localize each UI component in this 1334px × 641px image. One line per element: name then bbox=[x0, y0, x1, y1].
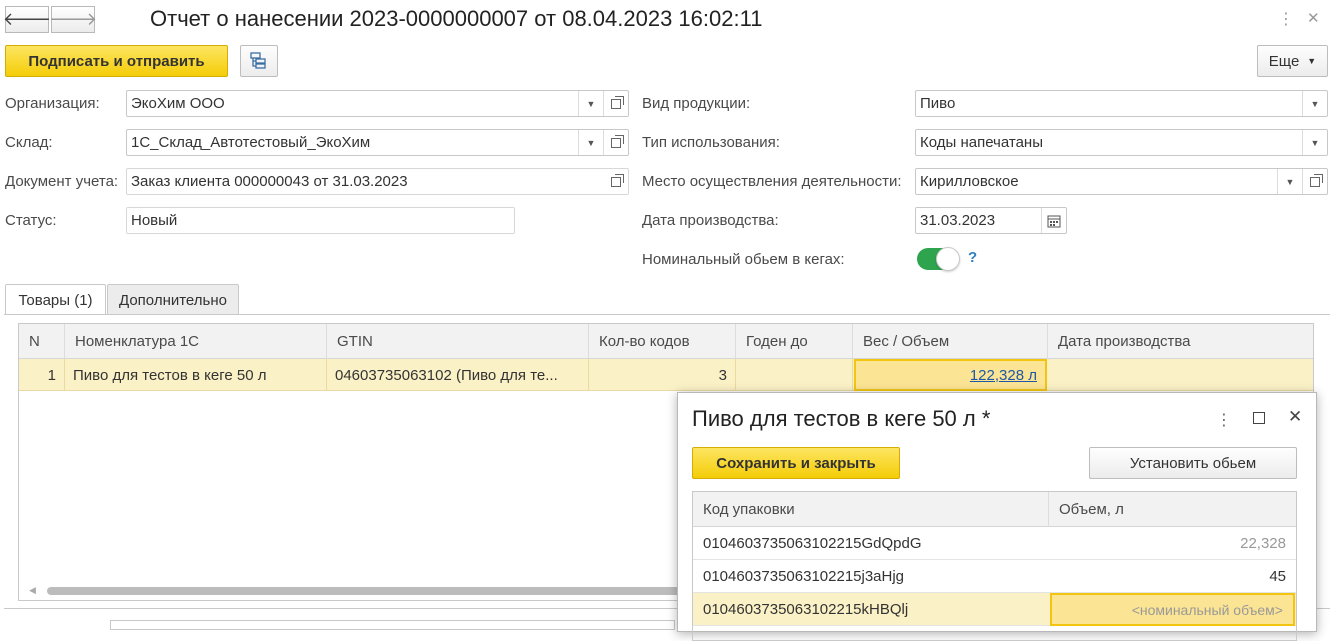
warehouse-field[interactable]: 1С_Склад_Автотестовый_ЭкоХим ▼ bbox=[126, 129, 629, 156]
dropdown-arrow-icon: ▼ bbox=[1307, 56, 1317, 66]
open-icon[interactable] bbox=[603, 130, 628, 155]
production-date-value: 31.03.2023 bbox=[920, 212, 996, 229]
maximize-icon[interactable] bbox=[1253, 412, 1265, 424]
table-row[interactable]: 0104603735063102215j3aHjg 45 bbox=[693, 560, 1296, 593]
cell-package-code: 0104603735063102215kHBQlj bbox=[703, 601, 909, 618]
structure-button[interactable] bbox=[240, 45, 278, 77]
product-type-field[interactable]: Пиво ▼ bbox=[915, 90, 1328, 117]
sign-and-send-button[interactable]: Подписать и отправить bbox=[5, 45, 228, 77]
production-date-label: Дата производства: bbox=[642, 212, 779, 229]
more-button[interactable]: Еще ▼ bbox=[1257, 45, 1328, 77]
column-header-gtin[interactable]: GTIN bbox=[327, 324, 589, 359]
comment-field[interactable] bbox=[110, 620, 675, 630]
save-and-close-button[interactable]: Сохранить и закрыть bbox=[692, 447, 900, 479]
dropdown-arrow-icon[interactable]: ▼ bbox=[1302, 91, 1327, 116]
more-button-label: Еще bbox=[1268, 52, 1300, 70]
cell-nomenclature: Пиво для тестов в кеге 50 л bbox=[65, 359, 327, 391]
table-row[interactable]: 0104603735063102215GdQpdG 22,328 bbox=[693, 527, 1296, 560]
usage-type-value: Коды напечатаны bbox=[920, 134, 1043, 151]
open-icon[interactable] bbox=[1302, 169, 1327, 194]
cell-expires bbox=[736, 359, 853, 391]
dropdown-arrow-icon[interactable]: ▼ bbox=[1302, 130, 1327, 155]
status-label: Статус: bbox=[5, 212, 57, 229]
usage-type-label: Тип использования: bbox=[642, 134, 780, 151]
cell-production-date bbox=[1048, 359, 1313, 391]
nominal-volume-label: Номинальный обьем в кегах: bbox=[642, 251, 845, 268]
page-title: Отчет о нанесении 2023-0000000007 от 08.… bbox=[150, 6, 763, 31]
column-header-codes-count[interactable]: Кол-во кодов bbox=[589, 324, 736, 359]
table-header: Код упаковки Объем, л bbox=[693, 492, 1296, 527]
back-button[interactable]: 🡐 bbox=[2, 6, 52, 33]
dialog-title: Пиво для тестов в кеге 50 л * bbox=[692, 406, 991, 431]
status-field: Новый bbox=[126, 207, 515, 234]
forward-button[interactable]: 🡒 bbox=[48, 6, 98, 33]
horizontal-scrollbar[interactable] bbox=[47, 587, 707, 595]
dropdown-arrow-icon[interactable]: ▼ bbox=[1277, 169, 1302, 194]
column-header-package-code[interactable]: Код упаковки bbox=[693, 492, 1049, 527]
dropdown-arrow-icon[interactable]: ▼ bbox=[578, 130, 603, 155]
close-icon[interactable]: ✕ bbox=[1307, 9, 1320, 27]
hierarchy-icon bbox=[250, 52, 266, 69]
product-type-label: Вид продукции: bbox=[642, 95, 751, 112]
weight-volume-link[interactable]: 122,328 л bbox=[970, 367, 1037, 384]
product-type-value: Пиво bbox=[920, 95, 956, 112]
package-volume-dialog: Пиво для тестов в кеге 50 л * ⋮ ✕ Сохран… bbox=[677, 392, 1317, 641]
more-vertical-icon[interactable]: ⋮ bbox=[1216, 410, 1232, 430]
warehouse-value: 1С_Склад_Автотестовый_ЭкоХим bbox=[131, 134, 371, 151]
column-header-production-date[interactable]: Дата производства bbox=[1048, 324, 1313, 359]
column-header-volume[interactable]: Объем, л bbox=[1049, 492, 1296, 527]
activity-place-value: Кирилловское bbox=[920, 173, 1019, 190]
organization-field[interactable]: ЭкоХим ООО ▼ bbox=[126, 90, 629, 117]
production-date-field[interactable]: 31.03.2023 bbox=[915, 207, 1067, 234]
dropdown-arrow-icon[interactable]: ▼ bbox=[578, 91, 603, 116]
activity-place-field[interactable]: Кирилловское ▼ bbox=[915, 168, 1328, 195]
more-vertical-icon[interactable]: ⋮ bbox=[1278, 9, 1294, 29]
accounting-doc-label: Документ учета: bbox=[5, 173, 119, 190]
arrow-left-icon: 🡐 bbox=[2, 9, 52, 29]
scroll-left-icon[interactable]: ◀ bbox=[29, 585, 36, 596]
tab-goods[interactable]: Товары (1) bbox=[5, 284, 106, 315]
activity-place-label: Место осуществления деятельности: bbox=[642, 173, 902, 190]
column-header-n[interactable]: N bbox=[19, 324, 65, 359]
accounting-doc-value: Заказ клиента 000000043 от 31.03.2023 bbox=[131, 173, 408, 190]
organization-value: ЭкоХим ООО bbox=[131, 95, 225, 112]
cell-package-code: 0104603735063102215GdQpdG bbox=[703, 535, 922, 552]
package-codes-table: Код упаковки Объем, л 010460373506310221… bbox=[692, 491, 1297, 641]
cell-weight-volume[interactable]: 122,328 л bbox=[854, 359, 1047, 391]
warehouse-label: Склад: bbox=[5, 134, 53, 151]
arrow-right-icon: 🡒 bbox=[48, 9, 98, 29]
help-icon[interactable]: ? bbox=[968, 249, 977, 266]
organization-label: Организация: bbox=[5, 95, 100, 112]
cell-gtin: 04603735063102 (Пиво для те... bbox=[327, 359, 589, 391]
usage-type-field[interactable]: Коды напечатаны ▼ bbox=[915, 129, 1328, 156]
set-volume-button[interactable]: Установить обьем bbox=[1089, 447, 1297, 479]
status-value: Новый bbox=[131, 212, 178, 229]
cell-volume: 45 bbox=[1269, 568, 1286, 585]
calendar-icon[interactable] bbox=[1041, 208, 1066, 233]
table-row[interactable]: 1 Пиво для тестов в кеге 50 л 0460373506… bbox=[19, 359, 1313, 391]
cell-package-code: 0104603735063102215j3aHjg bbox=[703, 568, 905, 585]
table-row[interactable]: 0104603735063102215kHBQlj <номинальный о… bbox=[693, 593, 1296, 626]
open-icon[interactable] bbox=[603, 169, 628, 194]
accounting-doc-field[interactable]: Заказ клиента 000000043 от 31.03.2023 bbox=[126, 168, 629, 195]
cell-n: 1 bbox=[19, 359, 65, 391]
nominal-volume-toggle[interactable] bbox=[917, 247, 960, 271]
column-header-expires[interactable]: Годен до bbox=[736, 324, 853, 359]
table-header: N Номенклатура 1С GTIN Кол-во кодов Годе… bbox=[19, 324, 1313, 359]
column-header-weight-volume[interactable]: Вес / Объем bbox=[853, 324, 1048, 359]
column-header-nomenclature[interactable]: Номенклатура 1С bbox=[65, 324, 327, 359]
close-icon[interactable]: ✕ bbox=[1288, 407, 1302, 427]
open-icon[interactable] bbox=[603, 91, 628, 116]
cell-volume-input[interactable]: <номинальный объем> bbox=[1050, 593, 1295, 626]
tab-additional[interactable]: Дополнительно bbox=[107, 284, 239, 315]
cell-volume: 22,328 bbox=[1240, 535, 1286, 552]
cell-codes-count: 3 bbox=[589, 359, 736, 391]
